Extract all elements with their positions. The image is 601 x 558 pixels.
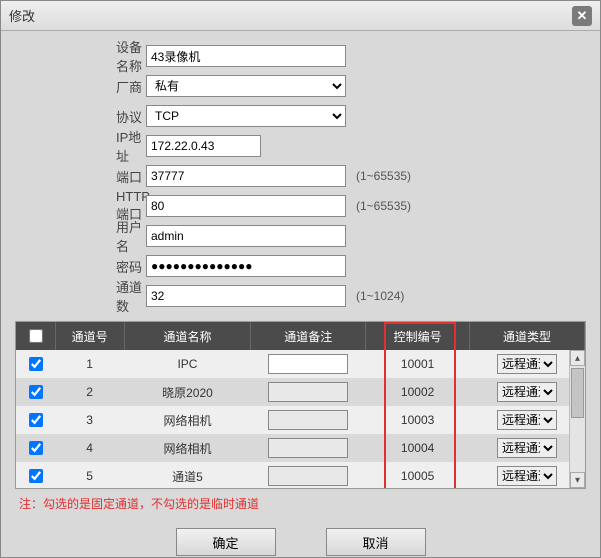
label-port: 端口 [21,167,146,186]
header-checkbox[interactable] [29,329,43,343]
channels-hint: (1~1024) [356,289,404,303]
row-checkbox[interactable] [29,469,43,483]
user-input[interactable] [146,225,346,247]
cell-no: 3 [55,406,124,434]
cell-ctrl: 10005 [366,462,470,489]
type-select[interactable]: 远程通道 [497,354,557,374]
cell-ctrl: 10002 [366,378,470,406]
ip-input[interactable] [146,135,261,157]
row-checkbox[interactable] [29,357,43,371]
type-select[interactable]: 远程通道 [497,382,557,402]
port-input[interactable] [146,165,346,187]
label-channels: 通道数 [21,277,146,315]
cell-no: 1 [55,350,124,378]
row-checkbox[interactable] [29,413,43,427]
device-name-input[interactable] [146,45,346,67]
cell-no: 2 [55,378,124,406]
dialog-title: 修改 [9,6,35,25]
remark-input[interactable] [268,438,348,458]
http-port-hint: (1~65535) [356,199,411,213]
protocol-select[interactable]: TCP [146,105,346,127]
form-area: 设备名称 厂商 私有 协议 TCP IP地址 端口 (1~65535) HTTP… [1,31,600,317]
table-row: 5通道5 10005 远程通道 [16,462,585,489]
type-select[interactable]: 远程通道 [497,410,557,430]
channel-table: 通道号 通道名称 通道备注 控制编号 通道类型 1IPC10001远程通道2晓原… [16,322,585,489]
modify-dialog: 修改 ✕ 设备名称 厂商 私有 协议 TCP IP地址 端口 (1~65535) [0,0,601,558]
channels-input[interactable] [146,285,346,307]
type-select[interactable]: 远程通道 [497,438,557,458]
label-password: 密码 [21,257,146,276]
label-protocol: 协议 [21,107,146,126]
table-row: 1IPC 10001 远程通道 [16,350,585,378]
password-input[interactable] [146,255,346,277]
cell-name: 网络相机 [124,434,251,462]
vendor-select[interactable]: 私有 [146,75,346,97]
scroll-up-icon[interactable]: ▴ [570,350,585,366]
th-name: 通道名称 [124,322,251,350]
remark-input[interactable] [268,410,348,430]
row-checkbox[interactable] [29,385,43,399]
port-hint: (1~65535) [356,169,411,183]
table-scrollbar[interactable]: ▴ ▾ [569,350,585,488]
row-checkbox[interactable] [29,441,43,455]
cell-name: 网络相机 [124,406,251,434]
cell-name: 通道5 [124,462,251,489]
close-icon[interactable]: ✕ [572,6,592,26]
table-row: 3网络相机 10003 远程通道 [16,406,585,434]
ok-button[interactable]: 确定 [176,528,276,556]
scroll-down-icon[interactable]: ▾ [570,472,585,488]
cancel-button[interactable]: 取消 [326,528,426,556]
note-text: 注：勾选的是固定通道，不勾选的是临时通道 [19,495,600,512]
table-row: 4网络相机 10004 远程通道 [16,434,585,462]
type-select[interactable]: 远程通道 [497,466,557,486]
scroll-thumb[interactable] [571,368,584,418]
th-type: 通道类型 [469,322,584,350]
table-header-row: 通道号 通道名称 通道备注 控制编号 通道类型 [16,322,585,350]
th-ctrl: 控制编号 [366,322,470,350]
cell-ctrl: 10003 [366,406,470,434]
remark-input[interactable] [268,382,348,402]
label-user: 用户名 [21,217,146,255]
label-device-name: 设备名称 [21,37,146,75]
remark-input[interactable] [268,354,348,374]
cell-no: 5 [55,462,124,489]
label-ip: IP地址 [21,127,146,165]
label-vendor: 厂商 [21,77,146,96]
cell-ctrl: 10004 [366,434,470,462]
th-no: 通道号 [55,322,124,350]
http-port-input[interactable] [146,195,346,217]
cell-name: 晓原2020 [124,378,251,406]
titlebar: 修改 ✕ [1,1,600,31]
th-remark: 通道备注 [251,322,366,350]
cell-no: 4 [55,434,124,462]
channel-table-wrap: 通道号 通道名称 通道备注 控制编号 通道类型 1IPC10001远程通道2晓原… [15,321,586,489]
dialog-footer: 确定 取消 [1,528,600,556]
cell-name: IPC [124,350,251,378]
cell-ctrl: 10001 [366,350,470,378]
table-row: 2晓原2020 10002 远程通道 [16,378,585,406]
remark-input[interactable] [268,466,348,486]
